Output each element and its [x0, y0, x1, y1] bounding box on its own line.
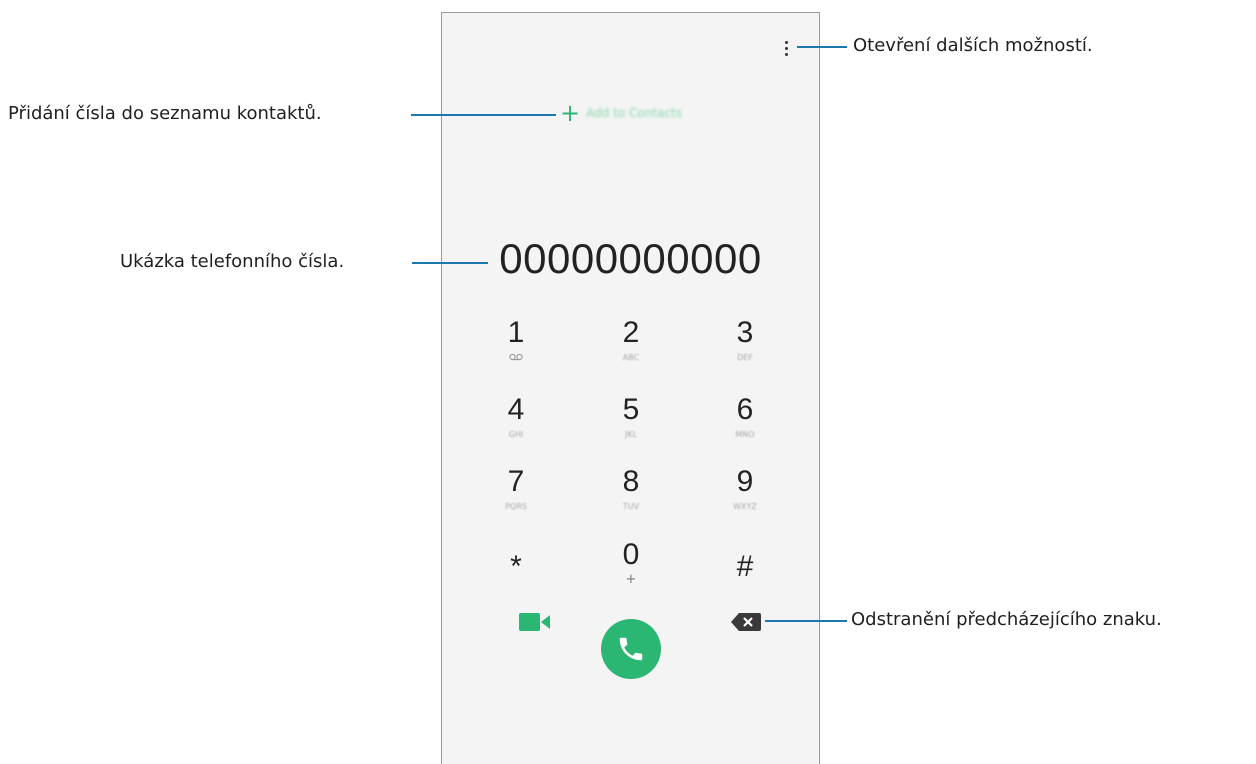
- voicemail-icon: [509, 353, 523, 361]
- leader-line-add: [411, 114, 556, 116]
- key-digit: 6: [736, 393, 754, 426]
- leader-line-number: [412, 262, 488, 264]
- key-letters: TUV: [622, 502, 640, 511]
- callout-more-options: Otevření dalších možností.: [853, 35, 1093, 56]
- key-letters: GHI: [508, 430, 524, 439]
- callout-number-preview: Ukázka telefonního čísla.: [120, 251, 345, 272]
- callout-add-contact: Přidání čísla do seznamu kontaktů.: [8, 103, 322, 124]
- key-digit: 9: [736, 465, 754, 498]
- key-4[interactable]: 4 GHI: [471, 393, 561, 457]
- video-call-icon[interactable]: [519, 610, 551, 634]
- add-to-contacts-label: Add to Contacts: [586, 106, 682, 120]
- key-letters: WXYZ: [733, 502, 757, 511]
- key-letters: MNO: [735, 430, 755, 439]
- key-letters: ABC: [622, 353, 640, 362]
- key-0[interactable]: 0 +: [586, 538, 676, 602]
- key-letters: DEF: [737, 353, 753, 362]
- key-digit: #: [736, 550, 754, 583]
- phone-screen: + Add to Contacts 00000000000 1 2 ABC 3 …: [441, 12, 820, 764]
- call-button[interactable]: [601, 619, 661, 679]
- dialed-number: 00000000000: [499, 235, 762, 282]
- phone-call-icon: [619, 637, 643, 661]
- backspace-icon[interactable]: [730, 612, 762, 632]
- plus-icon: +: [560, 99, 581, 127]
- key-digit: 8: [622, 465, 640, 498]
- key-letters: PQRS: [505, 502, 527, 511]
- key-digit: 3: [736, 316, 754, 349]
- key-digit: 0: [622, 538, 640, 571]
- key-digit: *: [510, 550, 522, 583]
- key-1[interactable]: 1: [471, 316, 561, 380]
- callout-delete-char: Odstranění předcházejícího znaku.: [851, 609, 1162, 630]
- key-8[interactable]: 8 TUV: [586, 465, 676, 529]
- key-digit: 4: [507, 393, 525, 426]
- key-6[interactable]: 6 MNO: [700, 393, 790, 457]
- add-to-contacts-button[interactable]: + Add to Contacts: [560, 101, 682, 125]
- key-hash[interactable]: #: [700, 550, 790, 614]
- key-digit: 7: [507, 465, 525, 498]
- key-digit: 5: [622, 393, 640, 426]
- key-2[interactable]: 2 ABC: [586, 316, 676, 380]
- key-5[interactable]: 5 JKL: [586, 393, 676, 457]
- key-7[interactable]: 7 PQRS: [471, 465, 561, 529]
- key-digit: 2: [622, 316, 640, 349]
- key-digit: 1: [507, 316, 525, 349]
- key-plus: +: [625, 572, 637, 587]
- key-9[interactable]: 9 WXYZ: [700, 465, 790, 529]
- key-3[interactable]: 3 DEF: [700, 316, 790, 380]
- key-letters: JKL: [624, 430, 638, 439]
- leader-line-more: [797, 46, 847, 48]
- key-star[interactable]: *: [471, 550, 561, 614]
- leader-line-delete: [765, 620, 847, 622]
- more-options-icon[interactable]: [780, 38, 794, 58]
